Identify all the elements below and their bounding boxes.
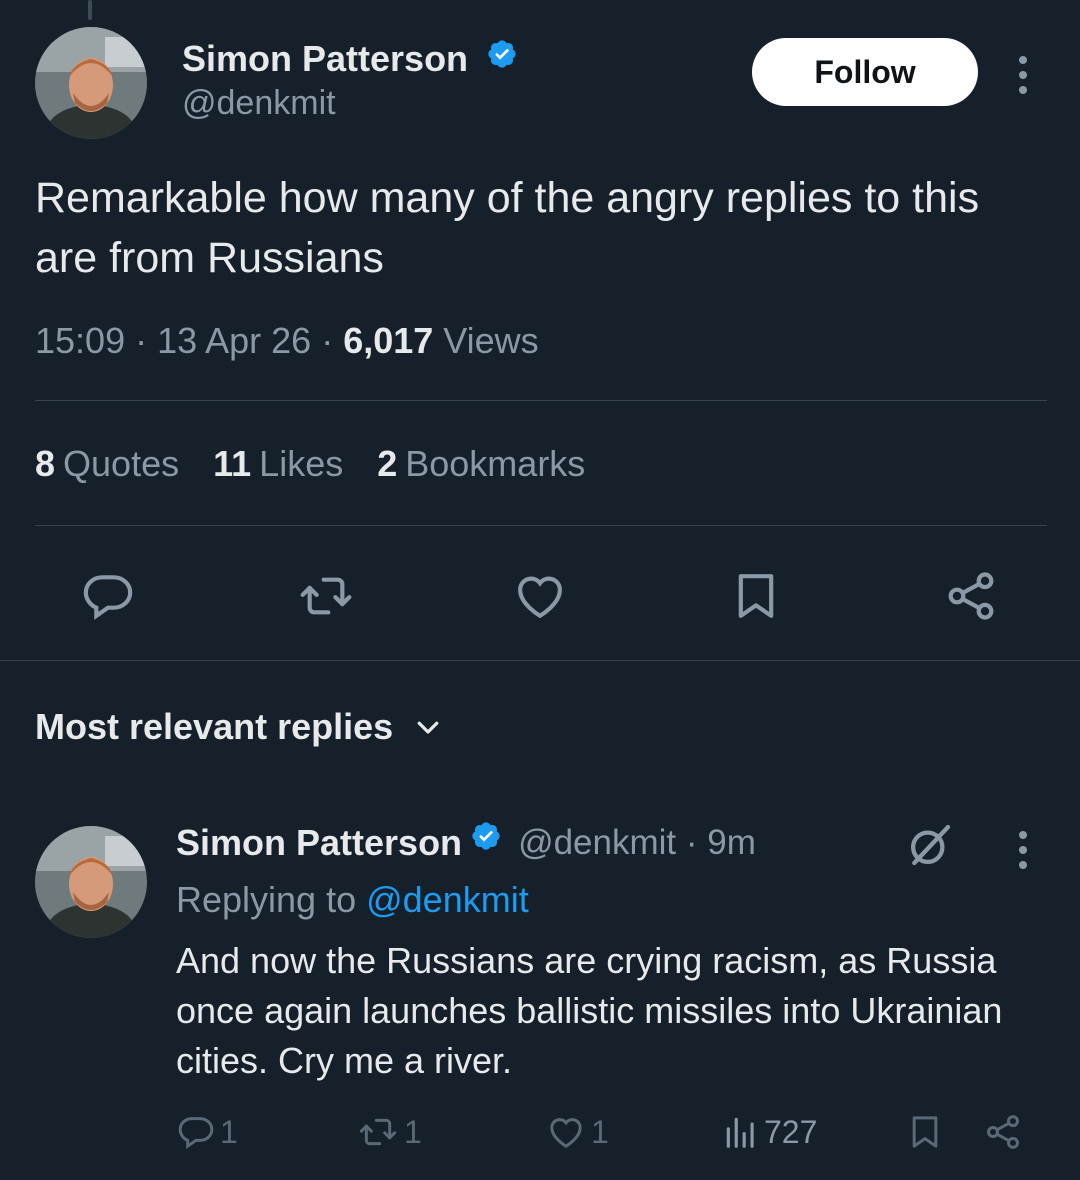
like-icon [550, 1118, 582, 1148]
author-name[interactable]: Simon Patterson [182, 38, 518, 82]
author-name-text: Simon Patterson [182, 38, 469, 79]
tweet-text: Remarkable how many of the angry replies… [35, 174, 980, 282]
retweet-icon [359, 1118, 397, 1146]
tweet-timestamp[interactable]: 15:09 · 13 Apr 26 · [35, 320, 343, 361]
likes-stat[interactable]: 11 Likes [213, 443, 343, 485]
bookmark-icon [912, 1116, 938, 1148]
thread-line [88, 0, 92, 20]
follow-button[interactable]: Follow [752, 38, 978, 106]
quotes-stat[interactable]: 8 Quotes [35, 443, 179, 485]
verified-badge-icon [470, 819, 502, 861]
reply-text: And now the Russians are crying racism, … [176, 940, 1003, 1081]
reply-header: Simon Patterson @denkmit · 9m [176, 822, 756, 864]
retweet-count: 1 [404, 1113, 422, 1150]
divider [35, 525, 1047, 526]
chevron-down-icon [417, 721, 439, 734]
reply-icon [178, 1117, 214, 1150]
reply-handle-time[interactable]: @denkmit · 9m [518, 823, 756, 863]
views-count: 6,017 [343, 320, 434, 361]
reply-retweet-action[interactable]: 1 [356, 1112, 422, 1152]
author-handle[interactable]: @denkmit [182, 84, 336, 123]
reply-bookmark-action[interactable] [903, 1112, 947, 1152]
tweet-stats: 8 Quotes 11 Likes 2 Bookmarks [35, 443, 585, 485]
replying-to-handle-link[interactable]: @denkmit [366, 879, 529, 920]
bookmarks-stat[interactable]: 2 Bookmarks [377, 443, 585, 485]
reply-views-action[interactable]: 727 [722, 1112, 817, 1152]
replies-sort-dropdown[interactable]: Most relevant replies [35, 706, 443, 748]
reply-reply-action[interactable]: 1 [176, 1112, 238, 1152]
grok-icon[interactable] [903, 818, 957, 872]
bookmark-icon[interactable] [728, 568, 784, 624]
reply-more-options-icon[interactable] [1011, 831, 1035, 869]
replies-sort-label: Most relevant replies [35, 706, 394, 747]
author-avatar[interactable] [35, 27, 147, 139]
more-options-icon[interactable] [1011, 56, 1035, 94]
share-icon [986, 1115, 1020, 1149]
reply-author-avatar[interactable] [35, 826, 147, 938]
views-icon [726, 1117, 754, 1148]
section-divider [0, 660, 1080, 661]
reply-icon[interactable] [80, 568, 136, 624]
verified-badge-icon [486, 37, 518, 79]
retweet-icon[interactable] [298, 568, 354, 624]
views-label: Views [433, 320, 539, 361]
reply-author-name[interactable]: Simon Patterson [176, 822, 462, 864]
tweet-meta: 15:09 · 13 Apr 26 · 6,017 Views [35, 320, 539, 362]
replying-to-label: Replying to [176, 879, 367, 920]
reply-count: 1 [220, 1113, 238, 1150]
like-count: 1 [591, 1113, 609, 1150]
views-count: 727 [764, 1113, 818, 1150]
share-icon[interactable] [943, 568, 999, 624]
reply-like-action[interactable]: 1 [545, 1112, 609, 1152]
like-icon[interactable] [512, 568, 568, 624]
reply-share-action[interactable] [982, 1112, 1024, 1152]
divider [35, 400, 1047, 401]
replying-to: Replying to @denkmit [176, 879, 529, 921]
